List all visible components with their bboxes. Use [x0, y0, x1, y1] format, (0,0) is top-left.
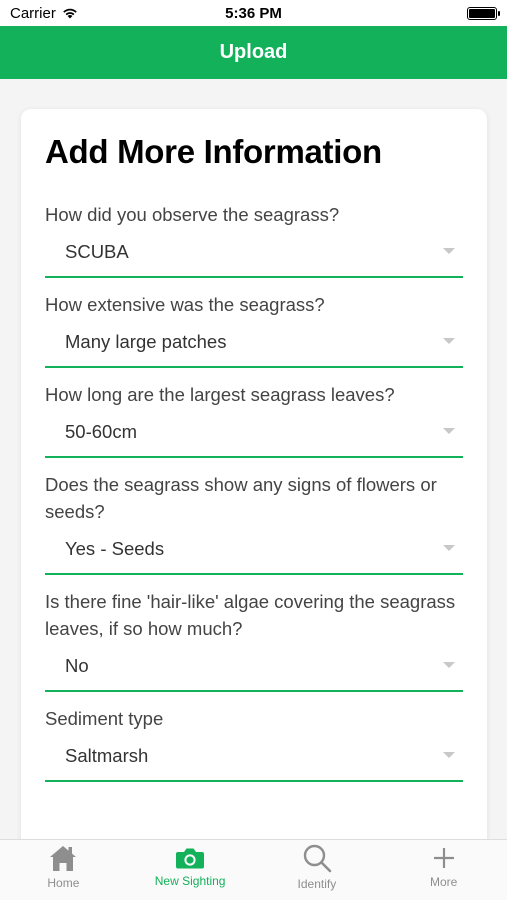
tab-label: New Sighting	[154, 874, 226, 888]
wifi-icon	[63, 8, 77, 19]
caret-down-icon	[443, 662, 455, 668]
caret-down-icon	[443, 545, 455, 551]
form-field: Is there fine 'hair-like' algae covering…	[45, 588, 463, 692]
status-bar: Carrier 5:36 PM	[0, 0, 507, 26]
caret-down-icon	[443, 752, 455, 758]
scroll-content[interactable]: Add More Information How did you observe…	[0, 79, 507, 839]
status-left: Carrier	[10, 5, 78, 22]
tab-new-sighting[interactable]: New Sighting	[127, 840, 254, 900]
select-value: Many large patches	[65, 331, 227, 352]
select-value: 50-60cm	[65, 421, 137, 442]
form-field: How long are the largest seagrass leaves…	[45, 381, 463, 458]
tab-label: Identify	[297, 877, 337, 891]
caret-down-icon	[443, 248, 455, 254]
observe-method-select[interactable]: SCUBA	[45, 228, 463, 278]
leaf-length-select[interactable]: 50-60cm	[45, 408, 463, 458]
home-icon	[50, 846, 77, 871]
search-icon	[303, 844, 332, 873]
tab-identify[interactable]: Identify	[254, 840, 381, 900]
nav-bar: Upload	[0, 26, 507, 79]
battery-icon	[467, 6, 500, 20]
field-question: Sediment type	[45, 708, 164, 729]
form-field: Sediment type Saltmarsh	[45, 705, 463, 782]
sediment-type-select[interactable]: Saltmarsh	[45, 732, 463, 782]
form-field: How did you observe the seagrass? SCUBA	[45, 201, 463, 278]
tab-home[interactable]: Home	[0, 840, 127, 900]
select-value: SCUBA	[65, 241, 129, 262]
tab-label: More	[429, 875, 458, 889]
card-title: Add More Information	[45, 133, 382, 170]
algae-select[interactable]: No	[45, 642, 463, 692]
carrier-label: Carrier	[10, 4, 56, 22]
flowers-seeds-select[interactable]: Yes - Seeds	[45, 525, 463, 575]
select-value: Yes - Seeds	[65, 538, 165, 559]
tab-label: Home	[47, 876, 80, 890]
field-question: How did you observe the seagrass?	[45, 204, 340, 225]
nav-title: Upload	[219, 41, 288, 63]
tab-bar: Home New Sighting Identify More	[0, 839, 507, 900]
caret-down-icon	[443, 428, 455, 434]
camera-icon	[176, 848, 205, 869]
select-value: Saltmarsh	[65, 745, 149, 766]
caret-down-icon	[443, 338, 455, 344]
plus-icon	[433, 848, 454, 868]
form-card: Add More Information How did you observe…	[21, 109, 487, 839]
select-value: No	[65, 655, 89, 676]
tab-more[interactable]: More	[380, 840, 507, 900]
extent-select[interactable]: Many large patches	[45, 318, 463, 368]
form-field: How extensive was the seagrass? Many lar…	[45, 291, 463, 368]
field-question: How long are the largest seagrass leaves…	[45, 384, 395, 405]
field-question: Is there fine 'hair-like' algae covering…	[45, 591, 456, 639]
form-field: Does the seagrass show any signs of flow…	[45, 471, 463, 575]
field-question: How extensive was the seagrass?	[45, 294, 325, 315]
field-question: Does the seagrass show any signs of flow…	[45, 474, 437, 522]
